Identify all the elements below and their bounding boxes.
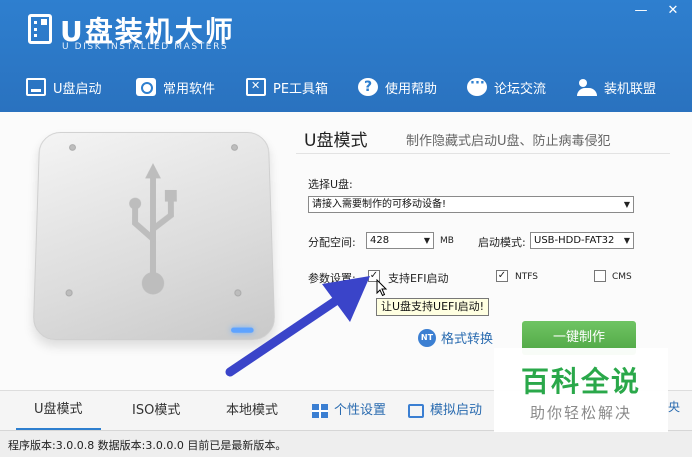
- forum-icon: [467, 76, 487, 96]
- software-icon: [136, 78, 156, 96]
- alloc-space-select[interactable]: 428 ▼: [366, 232, 434, 249]
- nt-icon: NT: [418, 328, 436, 347]
- title-bar: U盘装机大师 U DISK INSTALLED MASTERS — ✕ U盘启动…: [0, 0, 692, 112]
- screw-icon: [231, 144, 239, 151]
- nav-label: 常用软件: [163, 81, 216, 97]
- close-button[interactable]: ✕: [662, 2, 684, 20]
- format-convert-button[interactable]: NT 格式转换: [418, 328, 493, 347]
- tab-label: 个性设置: [334, 403, 387, 418]
- ntfs-checkbox[interactable]: ✓: [496, 270, 508, 282]
- boot-mode-select[interactable]: USB-HDD-FAT32 ▼: [530, 232, 634, 249]
- screw-icon: [69, 144, 76, 151]
- toolbox-icon: [246, 78, 266, 96]
- alloc-space-value: 428: [370, 235, 390, 246]
- nav-alliance[interactable]: 装机联盟: [577, 72, 656, 102]
- tab-label: 模拟启动: [430, 403, 483, 418]
- version-status: 程序版本:3.0.0.8 数据版本:3.0.0.0 目前已是最新版本。: [8, 439, 287, 452]
- chevron-down-icon: ▼: [423, 236, 430, 245]
- nav-label: PE工具箱: [273, 81, 329, 97]
- nav-label: 使用帮助: [385, 81, 438, 97]
- tab-iso-mode[interactable]: ISO模式: [132, 391, 180, 431]
- app-subtitle: U DISK INSTALLED MASTERS: [62, 42, 229, 52]
- nav-pe-toolbox[interactable]: PE工具箱: [246, 72, 328, 102]
- chevron-down-icon: ▼: [623, 200, 630, 209]
- alloc-space-label: 分配空间:: [308, 236, 356, 249]
- app-logo-icon: [28, 14, 52, 44]
- tab-label: 本地模式: [226, 403, 279, 418]
- tab-usb-mode[interactable]: U盘模式: [16, 391, 101, 431]
- grid-icon: [312, 404, 328, 418]
- mode-title: U盘模式: [304, 131, 368, 151]
- format-convert-label: 格式转换: [441, 332, 494, 347]
- tab-label: ISO模式: [132, 403, 181, 418]
- mode-description: 制作隐藏式启动U盘、防止病毒侵犯: [406, 134, 611, 149]
- efi-tooltip: 让U盘支持UEFI启动!: [376, 298, 490, 316]
- usb-device-select[interactable]: 请接入需要制作的可移动设备! ▼: [308, 196, 634, 213]
- cms-checkbox[interactable]: [594, 270, 606, 282]
- boot-mode-value: USB-HDD-FAT32: [534, 235, 615, 246]
- usb-device-value: 请接入需要制作的可移动设备!: [312, 199, 447, 210]
- screw-icon: [65, 289, 73, 297]
- nav-common-software[interactable]: 常用软件: [136, 72, 215, 102]
- users-icon: [577, 78, 597, 96]
- cms-label: CMS: [612, 272, 632, 282]
- main-nav: U盘启动 常用软件 PE工具箱 ? 使用帮助 论坛交流 装机联盟: [0, 72, 692, 102]
- nav-label: 论坛交流: [494, 81, 547, 97]
- nav-label: U盘启动: [53, 81, 102, 97]
- nav-usb-boot[interactable]: U盘启动: [26, 72, 102, 102]
- watermark: 百科全说 助你轻松解决: [494, 348, 668, 432]
- usb-symbol-icon: [122, 163, 183, 295]
- chevron-down-icon: ▼: [623, 236, 630, 245]
- screen-icon: [408, 404, 424, 418]
- nav-label: 装机联盟: [604, 81, 657, 97]
- efi-label: 支持EFI启动: [388, 272, 449, 285]
- nav-help[interactable]: ? 使用帮助: [358, 72, 437, 102]
- boot-mode-label: 启动模式:: [478, 236, 526, 249]
- tab-simulate-boot[interactable]: 模拟启动: [408, 391, 482, 431]
- watermark-subtitle: 助你轻松解决: [529, 404, 632, 422]
- help-icon: ?: [358, 78, 378, 96]
- divider: [296, 153, 670, 154]
- ntfs-label: NTFS: [515, 272, 538, 282]
- select-usb-label: 选择U盘:: [308, 178, 353, 191]
- tab-label: U盘模式: [34, 401, 83, 417]
- tab-personalize[interactable]: 个性设置: [312, 391, 386, 431]
- annotation-arrow-icon: [225, 276, 370, 377]
- status-bar: 程序版本:3.0.0.8 数据版本:3.0.0.0 目前已是最新版本。: [0, 430, 692, 457]
- minimize-button[interactable]: —: [630, 2, 652, 20]
- clipped-tab-text: 央: [668, 400, 681, 414]
- alloc-unit: MB: [440, 236, 454, 246]
- watermark-title: 百科全说: [520, 365, 641, 398]
- tab-local-mode[interactable]: 本地模式: [226, 391, 278, 431]
- usb-drive-icon: [26, 78, 46, 96]
- nav-forum[interactable]: 论坛交流: [467, 72, 546, 102]
